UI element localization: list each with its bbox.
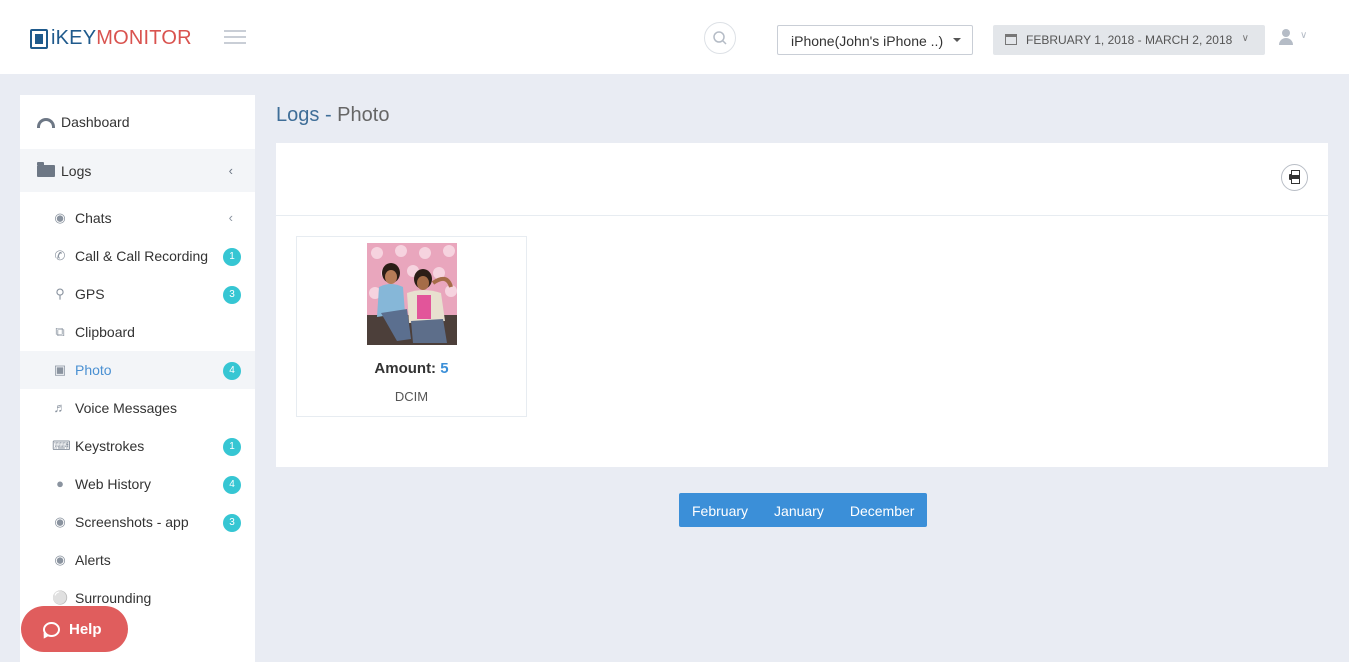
count-badge: 4	[223, 476, 241, 494]
menu-toggle-icon[interactable]	[224, 30, 246, 44]
album-name: DCIM	[394, 389, 429, 404]
chevron-down-icon: ∨	[1300, 30, 1308, 41]
sidebar-item-label: Chats	[75, 210, 112, 226]
month-tab-january[interactable]: January	[761, 493, 837, 527]
sidebar-item-clipboard[interactable]: ⧉ Clipboard	[20, 313, 255, 351]
sidebar-item-web-history[interactable]: ● Web History 4	[20, 465, 255, 503]
sidebar-item-label: Clipboard	[75, 324, 135, 340]
sidebar-item-logs[interactable]: Logs ‹	[20, 149, 255, 192]
photo-panel: Amount: 5 DCIM	[276, 143, 1328, 467]
logo-text: iKEYMONITOR	[51, 27, 192, 49]
sidebar-item-label: Photo	[75, 362, 112, 378]
sidebar-item-label: GPS	[75, 286, 105, 302]
search-icon	[713, 31, 727, 45]
sidebar-item-label: Surrounding	[75, 590, 152, 606]
caret-down-icon	[953, 38, 961, 42]
clipboard-icon: ⧉	[55, 324, 65, 339]
count-badge: 3	[223, 514, 241, 532]
count-badge: 3	[223, 286, 241, 304]
camera-alert-icon: ◉	[54, 552, 66, 567]
month-selector: February January December	[679, 493, 928, 527]
sidebar-item-keystrokes[interactable]: ⌨ Keystrokes 1	[20, 427, 255, 465]
folder-open-icon	[37, 161, 55, 177]
sidebar-item-label: Web History	[75, 476, 151, 492]
image-icon: ▣	[53, 362, 67, 377]
sidebar-item-chats[interactable]: ◉ Chats ‹	[20, 199, 255, 237]
month-tab-february[interactable]: February	[679, 493, 761, 527]
calendar-icon	[1005, 34, 1017, 45]
print-icon	[1289, 170, 1300, 184]
sidebar-item-label: Logs	[61, 162, 92, 179]
sidebar-item-photo[interactable]: ▣ Photo 4	[20, 351, 255, 389]
breadcrumb-page: Photo	[337, 104, 390, 126]
sidebar: Dashboard Logs ‹ ◉ Chats ‹ ✆ Call & Call…	[20, 95, 255, 662]
sidebar-item-label: Voice Messages	[75, 400, 177, 416]
divider	[276, 215, 1328, 216]
globe-icon: ●	[56, 476, 64, 491]
count-badge: 4	[223, 362, 241, 380]
help-button[interactable]: Help	[21, 606, 128, 652]
sidebar-item-voice-messages[interactable]: ♬ Voice Messages	[20, 389, 255, 427]
sidebar-item-dashboard[interactable]: Dashboard	[20, 95, 255, 149]
album-amount: Amount: 5	[374, 360, 449, 377]
user-menu[interactable]: ∨	[1278, 28, 1314, 48]
user-icon	[1282, 29, 1290, 37]
album-card[interactable]: Amount: 5 DCIM	[296, 236, 527, 417]
device-select-value: iPhone(John's iPhone ..)	[791, 33, 944, 49]
sidebar-item-call-recording[interactable]: ✆ Call & Call Recording 1	[20, 237, 255, 275]
month-tab-december[interactable]: December	[837, 493, 928, 527]
top-bar: iKEYMONITOR iPhone(John's iPhone ..) FEB…	[0, 0, 1349, 74]
album-thumbnail-image	[367, 243, 457, 345]
chevron-left-icon: ‹	[228, 163, 233, 178]
sidebar-item-gps[interactable]: ⚲ GPS 3	[20, 275, 255, 313]
search-button[interactable]	[704, 22, 736, 54]
count-badge: 1	[223, 438, 241, 456]
logs-submenu: ◉ Chats ‹ ✆ Call & Call Recording 1 ⚲ GP…	[20, 199, 255, 617]
count-badge: 1	[223, 248, 241, 266]
breadcrumb-section: Logs	[276, 104, 320, 126]
dashboard-icon	[37, 118, 55, 128]
date-range-picker[interactable]: FEBRUARY 1, 2018 - MARCH 2, 2018 ∨	[993, 25, 1265, 55]
phone-icon: ✆	[54, 248, 66, 263]
chevron-down-icon: ∨	[1241, 33, 1249, 44]
camera-icon: ◉	[54, 514, 66, 529]
keyboard-icon: ⌨	[52, 438, 71, 453]
print-button[interactable]	[1281, 164, 1308, 191]
album-amount-value: 5	[440, 360, 449, 377]
volume-icon: ♬	[53, 400, 67, 415]
device-select[interactable]: iPhone(John's iPhone ..)	[777, 25, 973, 55]
sidebar-item-label: Keystrokes	[75, 438, 145, 454]
page-title: Logs - Photo	[276, 104, 390, 126]
sidebar-item-label: Alerts	[75, 552, 111, 568]
date-range-value: FEBRUARY 1, 2018 - MARCH 2, 2018	[1026, 33, 1233, 47]
sidebar-item-label: Screenshots - app	[75, 514, 189, 530]
sidebar-item-label: Call & Call Recording	[75, 248, 209, 264]
logo-icon	[30, 28, 48, 49]
chat-bubble-icon	[43, 621, 60, 637]
help-label: Help	[69, 620, 102, 638]
album-thumbnail[interactable]	[367, 243, 457, 345]
map-marker-icon: ⚲	[55, 286, 65, 301]
sidebar-item-screenshots-app[interactable]: ◉ Screenshots - app 3	[20, 503, 255, 541]
chat-icon: ◉	[54, 210, 66, 225]
chevron-left-icon: ‹	[228, 210, 233, 225]
microphone-icon: ⚪	[52, 590, 69, 605]
sidebar-item-label: Dashboard	[61, 114, 130, 130]
sidebar-item-alerts[interactable]: ◉ Alerts	[20, 541, 255, 579]
brand-logo[interactable]: iKEYMONITOR	[30, 27, 192, 50]
